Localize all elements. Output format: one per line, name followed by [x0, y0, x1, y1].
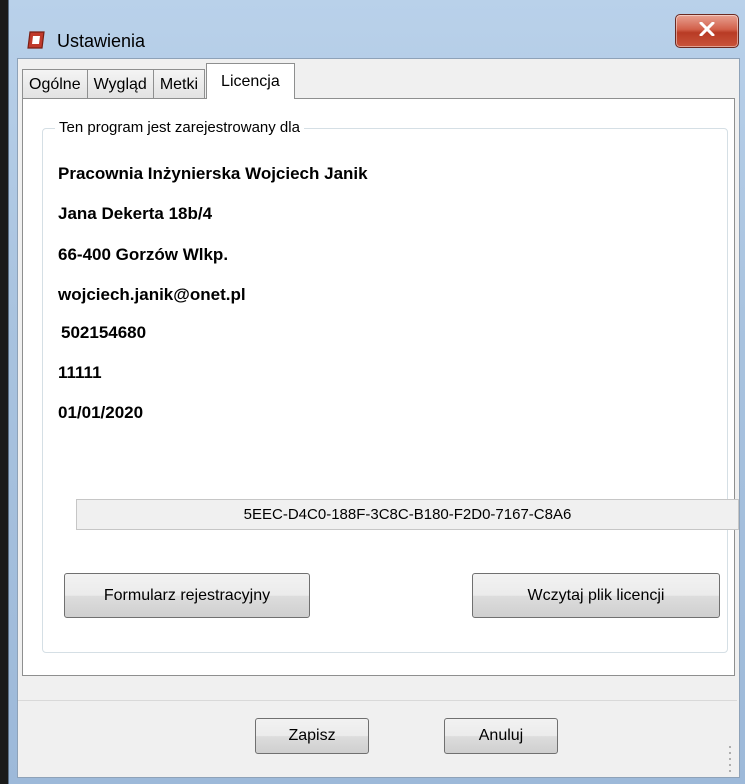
save-button[interactable]: Zapisz: [255, 718, 369, 754]
licensee-name: Pracownia Inżynierska Wojciech Janik: [58, 164, 368, 183]
cancel-button[interactable]: Anuluj: [444, 718, 558, 754]
load-license-file-button[interactable]: Wczytaj plik licencji: [472, 573, 720, 618]
tab-appearance[interactable]: Wygląd: [86, 69, 154, 99]
licensee-phone: 502154680: [61, 323, 147, 342]
registration-form-button[interactable]: Formularz rejestracyjny: [64, 573, 310, 618]
close-icon: [699, 21, 715, 41]
group-title: Ten program jest zarejestrowany dla: [55, 118, 304, 138]
tab-general[interactable]: Ogólne: [22, 69, 88, 99]
registration-group: Ten program jest zarejestrowany dla Prac…: [42, 118, 739, 653]
resize-grip-icon[interactable]: [721, 743, 733, 773]
licensee-street: Jana Dekerta 18b/4: [58, 204, 213, 223]
window-title: Ustawienia: [57, 31, 146, 51]
tab-tags[interactable]: Metki: [152, 69, 206, 99]
license-date: 01/01/2020: [58, 403, 144, 422]
tab-license[interactable]: Licencja: [206, 63, 295, 99]
close-button[interactable]: [675, 14, 739, 48]
app-icon: [25, 29, 47, 51]
license-tab-panel: Ten program jest zarejestrowany dla Prac…: [22, 98, 739, 676]
title-bar[interactable]: Ustawienia: [9, 0, 745, 58]
footer-divider: [18, 700, 737, 701]
licensee-city: 66-400 Gorzów Wlkp.: [58, 245, 229, 264]
settings-window: Ustawienia Ogólne Wygląd Metki Licencja …: [8, 0, 745, 784]
licensee-email: wojciech.janik@onet.pl: [58, 285, 246, 304]
tab-strip: Ogólne Wygląd Metki Licencja: [22, 63, 295, 99]
dialog-client-area: Ogólne Wygląd Metki Licencja Ten program…: [17, 58, 740, 778]
serial-key-field[interactable]: 5EEC-D4C0-188F-3C8C-B180-F2D0-7167-C8A6: [76, 499, 739, 530]
licensee-number: 11111: [58, 363, 102, 382]
